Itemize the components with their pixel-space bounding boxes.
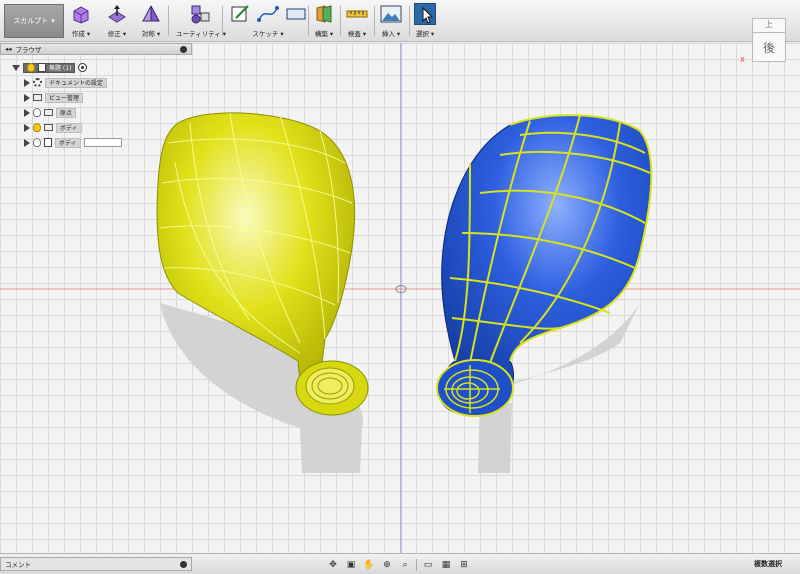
- look-at-icon[interactable]: ▣: [344, 558, 358, 571]
- tree-item-bodies[interactable]: ボディ: [24, 122, 82, 133]
- multi-select-status: 複数選択: [754, 560, 782, 568]
- tree-item-label: ボディ: [56, 122, 82, 133]
- plane-icon: [313, 3, 335, 25]
- folder-icon: [33, 94, 42, 101]
- collapse-icon[interactable]: ◂◂: [5, 45, 12, 53]
- utilities-icon: [190, 3, 212, 25]
- folder-icon: [44, 124, 53, 131]
- rename-input[interactable]: [83, 138, 122, 147]
- construct-label: 構築: [314, 30, 328, 38]
- blue-bottle-body: [436, 114, 653, 417]
- edit-form-icon: [106, 3, 128, 25]
- body-icon: [44, 138, 52, 147]
- symmetry-icon: [140, 3, 162, 25]
- grid-settings-icon[interactable]: ▦: [439, 558, 453, 571]
- pan-hand-icon[interactable]: ✋: [362, 558, 376, 571]
- workspace-label: スカルプト: [13, 17, 49, 25]
- navigation-bar: ✥ ▣ ✋ ⊕ ⌕ ▭ ▦ ⊞: [326, 557, 471, 572]
- image-icon: [380, 3, 402, 25]
- tree-item-label: ドキュメントの設定: [45, 77, 108, 88]
- select-label: 選択: [415, 30, 429, 38]
- expand-triangle-icon[interactable]: [12, 64, 20, 71]
- tree-root[interactable]: 無題 (1): [12, 62, 88, 73]
- toolbar: スカルプト ▾ 作成 ▾ 修正 ▾ 対称 ▾ ユーティリティ ▾ スケッチ ▾ …: [0, 0, 800, 42]
- cube-body[interactable]: 上 後: [752, 18, 786, 62]
- inspect-menu[interactable]: 検査 ▾: [346, 3, 368, 39]
- canvas-drawing: [0, 43, 800, 553]
- utilities-menu[interactable]: ユーティリティ ▾: [176, 3, 226, 39]
- sketch-icon: [229, 3, 251, 25]
- visibility-bulb-icon[interactable]: [33, 138, 41, 147]
- expand-triangle-icon[interactable]: [24, 108, 30, 117]
- rectangle-icon: [285, 3, 307, 25]
- expand-triangle-icon[interactable]: [24, 78, 30, 87]
- chevron-down-icon: ▾: [51, 17, 55, 25]
- insert-label: 挿入: [381, 30, 395, 38]
- measure-icon: [346, 3, 368, 25]
- add-comment-icon[interactable]: [180, 560, 187, 568]
- orbit-icon[interactable]: ✥: [326, 558, 340, 571]
- viewports-icon[interactable]: ⊞: [457, 558, 471, 571]
- select-menu[interactable]: 選択 ▾: [414, 3, 436, 39]
- visibility-bulb-icon[interactable]: [27, 63, 35, 72]
- expand-triangle-icon[interactable]: [24, 93, 30, 102]
- spline-icon: [257, 3, 279, 25]
- tree-item-body[interactable]: ボディ: [24, 137, 122, 148]
- tree-item-label: 原点: [56, 107, 77, 118]
- expand-triangle-icon[interactable]: [24, 138, 30, 147]
- tree-item-origin[interactable]: 原点: [24, 107, 77, 118]
- fit-zoom-icon[interactable]: ⌕: [398, 558, 412, 571]
- visibility-bulb-icon[interactable]: [33, 108, 41, 117]
- modify-menu[interactable]: 修正 ▾: [106, 3, 128, 39]
- tree-item-view-manager[interactable]: ビュー管理: [24, 92, 84, 103]
- symmetry-menu[interactable]: 対称 ▾: [140, 3, 162, 39]
- sketch-label: スケッチ: [252, 30, 279, 38]
- tree-item-document-settings[interactable]: ドキュメントの設定: [24, 77, 108, 88]
- browser-title: ブラウザ: [15, 46, 42, 54]
- insert-menu[interactable]: 挿入 ▾: [380, 3, 402, 39]
- sketch-menu[interactable]: スケッチ ▾: [228, 3, 308, 39]
- document-icon: [38, 63, 46, 72]
- browser-header[interactable]: ◂◂ ブラウザ: [0, 43, 192, 55]
- pin-icon[interactable]: [180, 45, 187, 53]
- folder-icon: [44, 109, 53, 116]
- tree-item-label: ボディ: [55, 137, 81, 148]
- box-icon: [70, 3, 92, 25]
- select-arrow-icon: [414, 3, 436, 25]
- modify-label: 修正: [107, 30, 121, 38]
- cube-top-face[interactable]: 上: [753, 19, 785, 33]
- cube-back-face[interactable]: 後: [753, 33, 785, 61]
- 3d-viewport[interactable]: [0, 43, 800, 553]
- comment-panel[interactable]: コメント: [0, 557, 192, 571]
- x-axis-label: X: [740, 56, 745, 64]
- view-cube[interactable]: 上 後 X: [740, 16, 796, 66]
- root-label: 無題 (1): [49, 65, 72, 72]
- bottom-bar: コメント ✥ ▣ ✋ ⊕ ⌕ ▭ ▦ ⊞ 複数選択: [0, 553, 800, 574]
- expand-triangle-icon[interactable]: [24, 123, 30, 132]
- tree-item-label: ビュー管理: [45, 92, 84, 103]
- zoom-icon[interactable]: ⊕: [380, 558, 394, 571]
- display-settings-icon[interactable]: ▭: [421, 558, 435, 571]
- activate-target-icon[interactable]: [78, 63, 88, 72]
- comment-label: コメント: [5, 561, 31, 569]
- gear-icon: [33, 78, 42, 87]
- browser-panel: ◂◂ ブラウザ 無題 (1) ドキュメントの設定 ビュー管理 原点 ボディ ボデ…: [0, 43, 192, 148]
- inspect-label: 検査: [347, 30, 361, 38]
- symmetry-label: 対称: [141, 30, 155, 38]
- construct-menu[interactable]: 構築 ▾: [313, 3, 335, 39]
- create-menu[interactable]: 作成 ▾: [70, 3, 92, 39]
- workspace-switcher[interactable]: スカルプト ▾: [4, 4, 64, 38]
- visibility-bulb-icon[interactable]: [33, 123, 41, 132]
- utilities-label: ユーティリティ: [176, 30, 221, 38]
- create-label: 作成: [71, 30, 85, 38]
